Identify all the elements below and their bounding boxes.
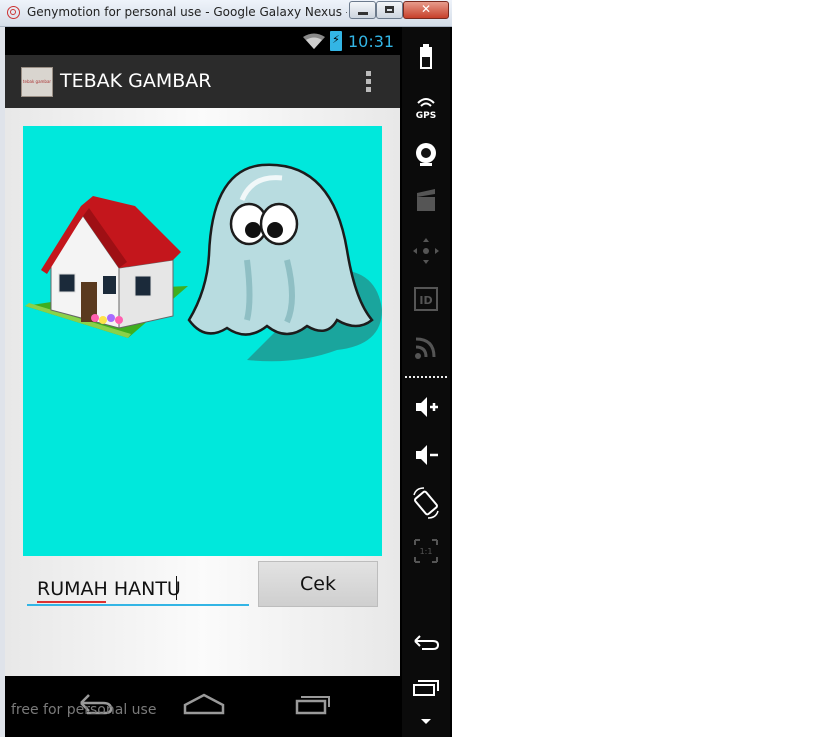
id-icon: ID — [414, 287, 438, 311]
camera-widget-button[interactable] — [402, 135, 450, 175]
answer-input[interactable]: RUMAH HANTU — [27, 568, 249, 606]
genymotion-logo-icon — [7, 6, 20, 19]
emulator-window: Genymotion for personal use - Google Gal… — [0, 0, 452, 737]
dpad-icon — [413, 238, 439, 264]
home-icon[interactable] — [183, 691, 225, 715]
rotate-button[interactable] — [402, 483, 450, 523]
minimize-button[interactable] — [349, 1, 376, 19]
scale-button[interactable]: 1:1 — [402, 531, 450, 571]
recent-apps-icon — [413, 680, 439, 696]
close-button[interactable] — [403, 1, 449, 19]
toolbar-more-button[interactable] — [402, 709, 450, 737]
app-icon[interactable]: tebak gambar — [21, 67, 53, 97]
battery-icon — [420, 44, 432, 69]
battery-widget-button[interactable] — [402, 39, 450, 79]
id-label: ID — [419, 294, 432, 307]
status-time: 10:31 — [348, 32, 395, 51]
toolbar-separator — [405, 376, 447, 378]
ghost-icon — [187, 163, 382, 362]
android-screen: 10:31 tebak gambar TEBAK GAMBAR — [5, 27, 400, 732]
more-icon — [421, 719, 431, 724]
device-frame: 10:31 tebak gambar TEBAK GAMBAR — [5, 27, 452, 737]
toolbar-recent-button[interactable] — [402, 671, 450, 711]
check-button[interactable]: Cek — [258, 561, 378, 607]
battery-charging-icon — [330, 31, 342, 51]
wifi-icon — [303, 33, 325, 49]
genymotion-toolbar: GPS ID 1:1 — [402, 27, 450, 737]
navigation-bar: free for personal use — [5, 676, 400, 732]
status-bar: 10:31 — [5, 27, 400, 55]
scale-label: 1:1 — [420, 547, 433, 556]
watermark-text: free for personal use — [11, 702, 157, 718]
dpad-widget-button[interactable] — [402, 231, 450, 271]
volume-down-icon — [416, 445, 438, 465]
recent-apps-icon[interactable] — [295, 691, 333, 715]
volume-up-button[interactable] — [402, 387, 450, 427]
video-widget-button[interactable] — [402, 183, 450, 223]
rss-icon — [415, 337, 436, 359]
overflow-menu-icon[interactable] — [364, 69, 372, 95]
maximize-button[interactable] — [376, 1, 403, 19]
action-bar: tebak gambar TEBAK GAMBAR — [5, 55, 400, 108]
camera-icon — [416, 143, 436, 166]
toolbar-back-button[interactable] — [402, 623, 450, 663]
text-caret — [176, 576, 177, 600]
window-titlebar[interactable]: Genymotion for personal use - Google Gal… — [0, 0, 452, 27]
scale-icon: 1:1 — [414, 539, 438, 563]
gps-label: GPS — [416, 111, 436, 121]
volume-up-icon — [416, 397, 438, 417]
main-content: RUMAH HANTU Cek — [5, 108, 400, 676]
id-widget-button[interactable]: ID — [402, 279, 450, 319]
volume-down-button[interactable] — [402, 435, 450, 475]
gps-icon: GPS — [416, 98, 436, 121]
window-title: Genymotion for personal use - Google Gal… — [27, 5, 347, 19]
rss-widget-button[interactable] — [402, 327, 450, 367]
gps-widget-button[interactable]: GPS — [402, 87, 450, 127]
house-icon — [25, 196, 188, 338]
quiz-image — [23, 126, 382, 556]
app-title: TEBAK GAMBAR — [60, 70, 212, 92]
video-icon — [417, 189, 435, 211]
rotate-icon — [413, 487, 439, 519]
answer-text: RUMAH HANTU — [37, 578, 181, 600]
spellcheck-underline — [37, 601, 106, 603]
back-icon — [414, 635, 440, 650]
